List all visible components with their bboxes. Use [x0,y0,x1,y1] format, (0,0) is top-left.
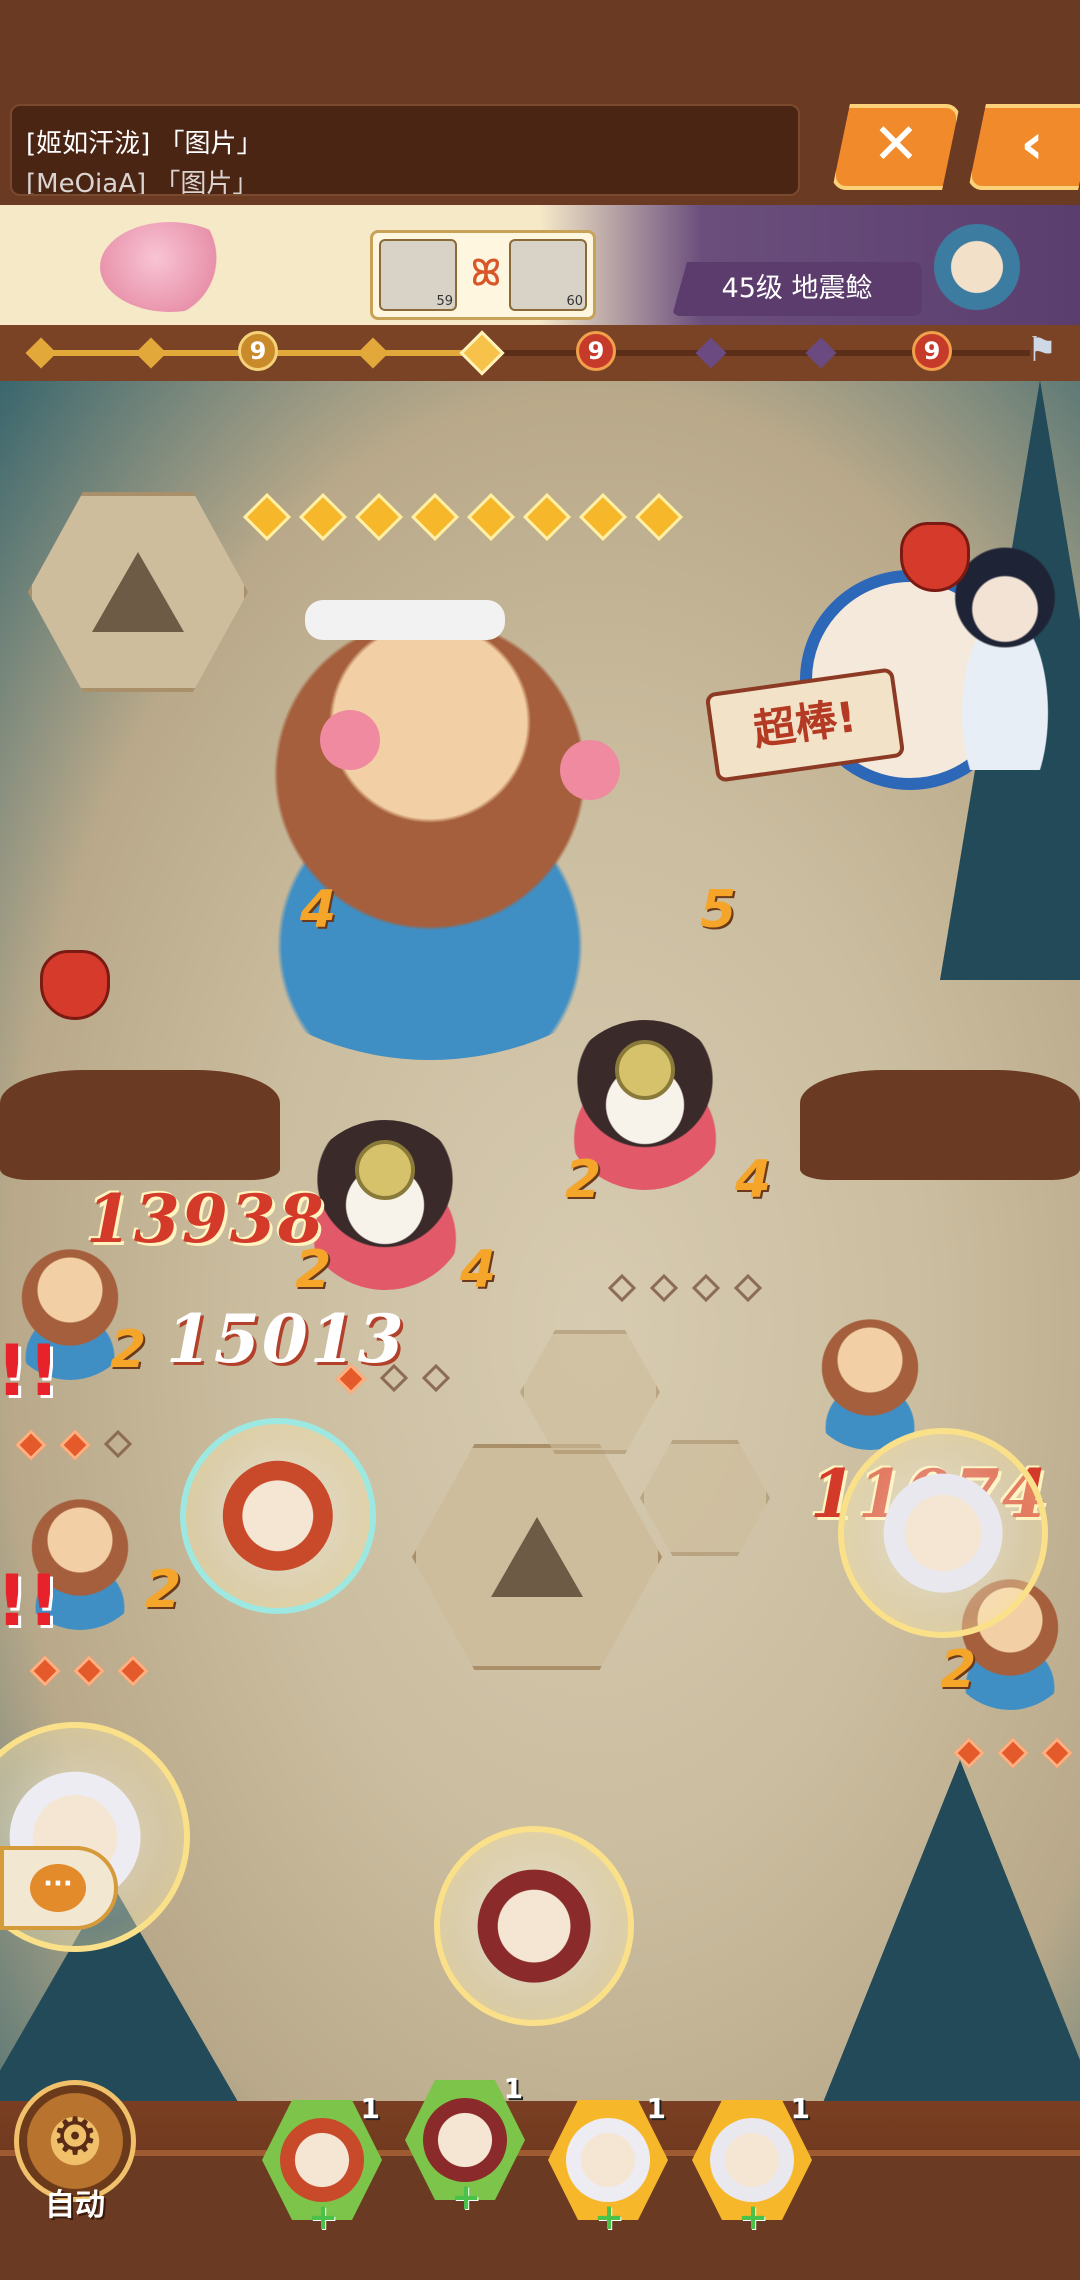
helmet-crest-icon [615,1040,675,1100]
shield-diamond [953,1737,985,1769]
hero-portrait [710,2118,794,2202]
hero-portrait [477,1869,591,1983]
shield-diamond [466,492,516,542]
close-button[interactable]: ✕ [832,104,960,190]
monkey-minion[interactable] [800,1300,940,1450]
shield-slot [691,1273,721,1303]
hero-portrait [222,1460,334,1572]
damage-number: 15013 [166,1300,406,1378]
shield-diamond [578,492,628,542]
shield-diamond [522,492,572,542]
track-boss-node: 9 [238,331,278,371]
minion-attack-value: 2 [145,1560,182,1620]
shield-diamond [410,492,460,542]
chat-message: [MeOiaA] 「图片」 [26,169,259,196]
skill-count: 1 [503,2072,523,2105]
boss-shield-row [242,492,684,542]
skill-card-swordsman[interactable]: 1 + [692,2092,812,2236]
shield-slot [733,1273,763,1303]
track-boss-node: 9 [912,331,952,371]
team-level: 60 [566,294,583,309]
shield-slot [649,1273,679,1303]
chat-bubble-icon: ··· [30,1864,86,1912]
chat-button[interactable]: ··· [0,1846,118,1930]
back-icon: ‹ [1020,112,1044,177]
damage-number: 13938 [86,1180,326,1258]
hero-bubble-archer[interactable] [434,1826,634,2026]
minion-shield-row [953,1737,1073,1769]
chat-preview[interactable]: [姬如汗泷] 「图片」 [MeOiaA] 「图片」 [10,104,800,196]
rock [800,1070,1080,1180]
team-level: 59 [436,294,453,309]
close-icon: ✕ [872,112,920,177]
track-boss-node: 9 [576,331,616,371]
hero-portrait [280,2118,364,2202]
boss-name-label: 45级 地震鲶 [672,262,922,316]
monkey-headband [305,600,505,640]
plus-icon: + [308,2197,339,2238]
auto-label: 自动 [45,2188,105,2223]
team-slot-cat[interactable]: 60 [509,239,587,311]
shield-diamond [634,492,684,542]
boss-health-value: 5 [700,880,737,940]
shield-diamond [73,1655,105,1687]
apple-icon[interactable] [900,522,970,592]
minion-attack-value: 2 [940,1640,977,1700]
hero-bubble-swordsman[interactable] [838,1428,1048,1638]
skill-card-archer[interactable]: 1 + [405,2072,525,2216]
skill-card-mage[interactable]: 1 + [548,2092,668,2236]
skill-count: 1 [646,2092,666,2125]
triangle-icon [92,552,184,632]
shield-diamond [298,492,348,542]
shield-slot [103,1429,133,1459]
boss-avatar[interactable] [912,222,1042,322]
plus-icon: + [594,2197,625,2238]
shield-diamond [15,1429,47,1461]
game-screen: 4 5 超棒! 2 4 2 4 2 !! 2 !! 2 13938 15013 … [0,0,1080,2280]
triangle-icon [491,1517,583,1597]
hero-bubble-fox[interactable] [180,1418,376,1614]
hero-portrait [566,2118,650,2202]
skill-card-fox[interactable]: 1 + [262,2092,382,2236]
apple-icon[interactable] [40,950,110,1020]
plus-icon: + [738,2197,769,2238]
shield-diamond [242,492,292,542]
helmet-crest-icon [355,1140,415,1200]
samurai-attack-value: 2 [565,1150,602,1210]
blossom-tree [100,222,240,312]
boss-attack-value: 4 [300,880,337,940]
finish-flag-icon: ⚑ [1026,330,1058,370]
alert-icon: !! [0,1560,60,1642]
plus-icon: + [451,2177,482,2218]
rock [0,1070,280,1180]
shield-slot [421,1363,451,1393]
monkey-cheek [320,710,380,770]
skill-shelf [0,2150,1080,2280]
hero-portrait [883,1473,1003,1593]
samurai-health-value: 4 [460,1240,497,1300]
link-icon: ꕤ [471,253,501,294]
shield-diamond [29,1655,61,1687]
samurai-shield-row [607,1273,763,1303]
minion-shield-row [15,1429,133,1461]
alert-icon: !! [0,1330,60,1412]
minion-attack-value: 2 [110,1320,147,1380]
shield-diamond [1041,1737,1073,1769]
hero-portrait [423,2098,507,2182]
shield-diamond [59,1429,91,1461]
shield-diamond [997,1737,1029,1769]
samurai-health-value: 4 [735,1150,772,1210]
monkey-cheek [560,740,620,800]
team-slot-cat[interactable]: 59 [379,239,457,311]
team-panel[interactable]: 59 ꕤ 60 [370,230,596,320]
shield-diamond [117,1655,149,1687]
skill-count: 1 [790,2092,810,2125]
gear-icon: ⚙ [51,2107,99,2167]
chat-message: [姬如汗泷] 「图片」 [26,129,263,159]
minion-shield-row [29,1655,149,1687]
shield-diamond [354,492,404,542]
skill-count: 1 [360,2092,380,2125]
shield-slot [607,1273,637,1303]
back-button[interactable]: ‹ [968,104,1080,190]
